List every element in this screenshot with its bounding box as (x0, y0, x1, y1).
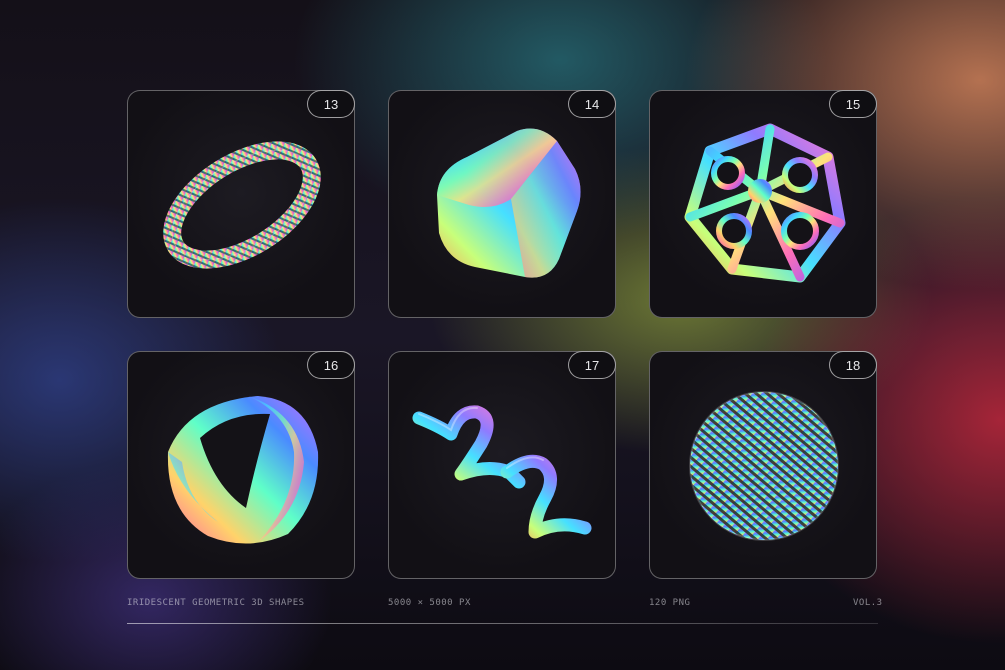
shape-card-15[interactable]: 15 (649, 90, 877, 318)
shape-card-18[interactable]: 18 (649, 351, 877, 579)
resolution-label: 5000 × 5000 PX (388, 598, 471, 608)
card-number-badge: 16 (307, 351, 355, 379)
card-number-badge: 14 (568, 90, 616, 118)
card-number-badge: 18 (829, 351, 877, 379)
card-number-badge: 17 (568, 351, 616, 379)
card-number-badge: 15 (829, 90, 877, 118)
collection-title: IRIDESCENT GEOMETRIC 3D SHAPES (127, 598, 305, 608)
coiled-torus-shape (163, 141, 321, 269)
volume-label: VOL.3 (853, 598, 883, 608)
card-number-badge: 13 (307, 90, 355, 118)
rounded-cube-shape (437, 128, 581, 278)
curly-tubes-shape (412, 405, 592, 539)
twisted-ring-shape (167, 396, 319, 544)
shape-card-14[interactable]: 14 (388, 90, 616, 318)
footer-divider (127, 623, 878, 624)
ribbed-sphere-shape (689, 391, 839, 541)
shape-card-13[interactable]: 13 (127, 90, 355, 318)
file-count-label: 120 PNG (649, 598, 691, 608)
shape-card-16[interactable]: 16 (127, 351, 355, 579)
lattice-polyhedron-shape (684, 123, 846, 283)
shape-card-17[interactable]: 17 (388, 351, 616, 579)
